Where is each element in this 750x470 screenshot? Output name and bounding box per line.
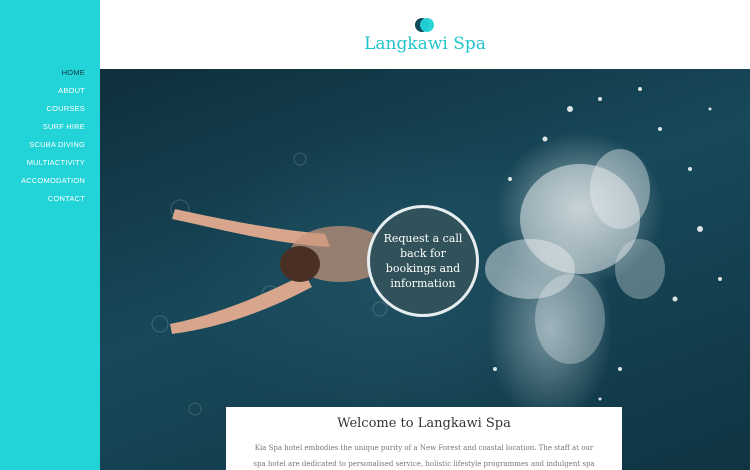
welcome-body: Kia Spa hotel embodies the unique purity… xyxy=(253,444,595,468)
nav-item-accomodation[interactable]: ACCOMODATION xyxy=(0,174,100,192)
welcome-heading: Welcome to Langkawi Spa xyxy=(337,416,511,431)
request-callback-label: Request a call back for bookings and inf… xyxy=(383,232,463,290)
nav-item-about[interactable]: ABOUT xyxy=(0,84,100,102)
request-callback-button[interactable]: Request a call back for bookings and inf… xyxy=(367,205,479,317)
header: Langkawi Spa xyxy=(100,0,750,69)
ripple-icon xyxy=(151,152,388,416)
nav-item-contact[interactable]: CONTACT xyxy=(0,192,100,210)
main-nav: HOME ABOUT COURSES SURF HIRE SCUBA DIVIN… xyxy=(0,0,100,210)
nav-item-multiactivity[interactable]: MULTIACTIVITY xyxy=(0,156,100,174)
sidebar: HOME ABOUT COURSES SURF HIRE SCUBA DIVIN… xyxy=(0,0,100,470)
page: HOME ABOUT COURSES SURF HIRE SCUBA DIVIN… xyxy=(0,0,750,470)
nav-item-surf-hire[interactable]: SURF HIRE xyxy=(0,120,100,138)
nav-item-courses[interactable]: COURSES xyxy=(0,102,100,120)
logo-circle-light xyxy=(420,18,434,32)
logo-icon[interactable] xyxy=(415,18,435,32)
welcome-card: Welcome to Langkawi Spa Kia Spa hotel em… xyxy=(226,407,622,470)
nav-item-home[interactable]: HOME xyxy=(0,66,100,84)
water-splash-icon xyxy=(485,87,722,401)
nav-item-scuba-diving[interactable]: SCUBA DIVING xyxy=(0,138,100,156)
site-title[interactable]: Langkawi Spa xyxy=(100,34,750,54)
swimmer-icon xyxy=(170,209,390,334)
